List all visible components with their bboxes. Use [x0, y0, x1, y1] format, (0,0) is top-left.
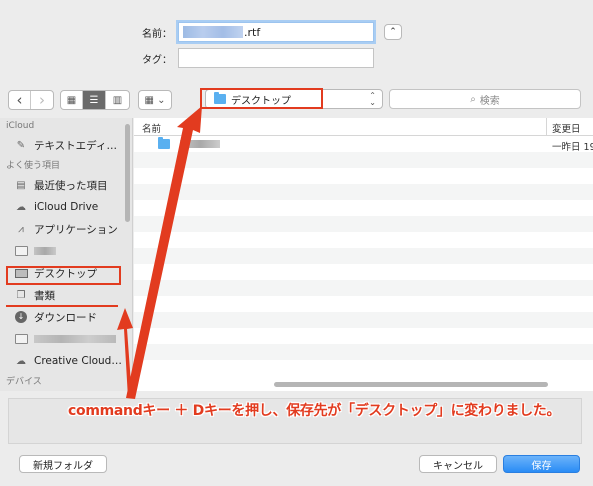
list-view-button[interactable]: ☰: [83, 91, 106, 109]
nav-buttons: ‹ ›: [8, 90, 54, 110]
sidebar-item-label: iCloud Drive: [34, 201, 99, 213]
name-row: 名前： .rtf ⌃: [120, 22, 402, 42]
expand-button[interactable]: ⌃: [384, 24, 402, 40]
arrange-menu[interactable]: ▦ ⌄: [138, 90, 172, 110]
chevron-left-icon: ‹: [16, 91, 23, 109]
table-row-empty: [134, 216, 593, 232]
cloud-icon: ☁: [16, 201, 26, 213]
cancel-button[interactable]: キャンセル: [419, 455, 497, 473]
table-row-empty: [134, 232, 593, 248]
folder-icon: [158, 137, 170, 149]
arrange-icon: ▦ ⌄: [144, 94, 166, 106]
file-date: 一昨日 19: [552, 142, 593, 153]
file-name: [158, 137, 220, 149]
search-placeholder: 検索: [479, 95, 500, 107]
folder-icon: [14, 245, 28, 257]
grid-icon: ▦: [66, 94, 77, 106]
sidebar: iCloud ✎ テキストエディ… よく使う項目 ▤ 最近使った項目 ☁ iCl…: [0, 118, 133, 391]
save-form: 名前： .rtf ⌃ タグ：: [0, 0, 593, 82]
redacted-name: [183, 26, 243, 38]
table-row-empty: [134, 328, 593, 344]
table-row-empty: [134, 248, 593, 264]
sidebar-item-label: アプリケーション: [34, 223, 118, 236]
back-button[interactable]: ‹: [9, 91, 31, 109]
column-header: 名前 変更日: [134, 118, 593, 136]
location-highlight-box: [200, 88, 323, 109]
sidebar-section-icloud: iCloud: [6, 121, 35, 131]
sidebar-item-icloud-drive[interactable]: ☁ iCloud Drive: [0, 196, 132, 218]
table-row-empty: [134, 152, 593, 168]
view-mode-control: ▦ ☰ ▥: [60, 90, 130, 110]
tag-label: タグ：: [142, 54, 172, 66]
applications-icon: ⩘: [18, 223, 24, 235]
save-button[interactable]: 保存: [503, 455, 580, 473]
new-folder-button[interactable]: 新規フォルダ: [19, 455, 107, 473]
textedit-icon: ✎: [16, 139, 26, 151]
search-field[interactable]: ⌕ 検索: [389, 89, 581, 109]
updown-chevron-icon: ⌃ ⌄: [369, 91, 376, 107]
search-icon: ⌕: [470, 93, 476, 105]
table-row-empty: [134, 360, 593, 376]
sidebar-item-label: Creative Cloud…: [34, 355, 122, 367]
sidebar-section-favorites: よく使う項目: [6, 161, 61, 171]
column-modified[interactable]: 変更日: [552, 121, 581, 135]
sidebar-item-label: 書類: [34, 289, 55, 302]
sidebar-item-label: ダウンロード: [34, 311, 97, 324]
sidebar-item-label: 最近使った項目: [34, 179, 108, 192]
table-row-empty: [134, 264, 593, 280]
redacted-file-name: [180, 140, 220, 148]
table-row-empty: [134, 280, 593, 296]
column-view-button[interactable]: ▥: [106, 91, 129, 109]
table-row-empty: [134, 168, 593, 184]
table-row-empty: [134, 312, 593, 328]
creative-cloud-icon: ☁: [16, 355, 26, 367]
sidebar-item-applications[interactable]: ⩘ アプリケーション: [0, 218, 132, 240]
table-row-empty: [134, 184, 593, 200]
sidebar-item-label: テキストエディ…: [34, 139, 117, 152]
table-row-empty: [134, 344, 593, 360]
sidebar-item-folder-2[interactable]: [0, 328, 132, 350]
highlight-underline: [6, 305, 118, 307]
sidebar-section-devices: デバイス: [6, 377, 42, 387]
column-separator: [546, 118, 547, 136]
forward-button[interactable]: ›: [31, 91, 53, 109]
redacted-folder-name: [34, 247, 56, 255]
chevron-right-icon: ›: [39, 91, 45, 109]
sidebar-item-textedit[interactable]: ✎ テキストエディ…: [0, 134, 132, 156]
annotation-text: commandキー ＋ Dキーを押し、保存先が「デスクトップ」に変わりました。: [68, 403, 561, 419]
sidebar-item-creative-cloud[interactable]: ☁ Creative Cloud…: [0, 350, 132, 372]
download-icon: ↓: [14, 311, 28, 323]
recents-icon: ▤: [16, 179, 26, 191]
sidebar-scrollbar[interactable]: [125, 124, 130, 222]
horizontal-scrollbar[interactable]: [274, 382, 548, 387]
file-list: 名前 変更日 一昨日 19: [134, 118, 593, 391]
chevron-up-icon: ⌃: [389, 27, 397, 37]
name-extension: .rtf: [244, 25, 261, 39]
name-input[interactable]: .rtf: [178, 22, 374, 42]
table-row-empty: [134, 200, 593, 216]
folder-icon: [14, 333, 28, 345]
file-rows: 一昨日 19: [134, 136, 593, 376]
tag-row: タグ：: [120, 48, 374, 68]
sidebar-item-downloads[interactable]: ↓ ダウンロード: [0, 306, 132, 328]
tag-input[interactable]: [178, 48, 374, 68]
name-label: 名前：: [142, 28, 172, 40]
table-row-empty: [134, 296, 593, 312]
column-name[interactable]: 名前: [142, 121, 161, 135]
sidebar-item-folder[interactable]: [0, 240, 132, 262]
icon-view-button[interactable]: ▦: [61, 91, 83, 109]
redacted-folder-name: [34, 335, 116, 343]
documents-icon: ❐: [16, 289, 26, 301]
sidebar-item-recents[interactable]: ▤ 最近使った項目: [0, 174, 132, 196]
desktop-highlight-box: [6, 266, 121, 285]
list-icon: ☰: [89, 94, 99, 106]
columns-icon: ▥: [112, 94, 123, 106]
sidebar-item-documents[interactable]: ❐ 書類: [0, 284, 132, 306]
table-row[interactable]: 一昨日 19: [134, 136, 593, 153]
arrange-button[interactable]: ▦ ⌄: [139, 91, 171, 109]
